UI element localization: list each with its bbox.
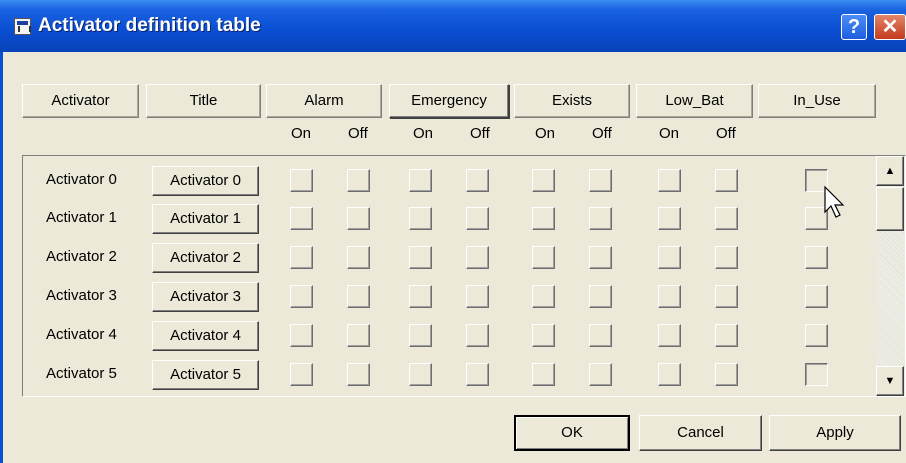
exists-off-checkbox[interactable]	[589, 169, 612, 192]
activator-grid: Activator 0 Activator 0 Activator 1 Activat…	[22, 155, 906, 397]
alarm-on-checkbox[interactable]	[290, 169, 313, 192]
emergency-off-checkbox[interactable]	[466, 169, 489, 192]
exists-off-checkbox[interactable]	[589, 363, 612, 386]
sub-label-lowbat-on: On	[659, 125, 680, 142]
exists-off-checkbox[interactable]	[589, 246, 612, 269]
emergency-on-checkbox[interactable]	[409, 207, 432, 230]
scroll-up-button[interactable]: ▲	[876, 156, 904, 186]
exists-off-checkbox[interactable]	[589, 324, 612, 347]
lowbat-off-checkbox[interactable]	[715, 169, 738, 192]
exists-on-checkbox[interactable]	[532, 324, 555, 347]
window-title: Activator definition table	[38, 15, 261, 36]
lowbat-on-checkbox[interactable]	[658, 285, 681, 308]
vertical-scrollbar[interactable]: ▲ ▼	[875, 156, 905, 396]
header-activator[interactable]: Activator	[22, 84, 139, 118]
alarm-on-checkbox[interactable]	[290, 363, 313, 386]
lowbat-off-checkbox[interactable]	[715, 285, 738, 308]
exists-on-checkbox[interactable]	[532, 285, 555, 308]
lowbat-off-checkbox[interactable]	[715, 324, 738, 347]
emergency-on-checkbox[interactable]	[409, 363, 432, 386]
lowbat-on-checkbox[interactable]	[658, 207, 681, 230]
activator-label: Activator 4	[46, 326, 117, 343]
emergency-off-checkbox[interactable]	[466, 363, 489, 386]
header-low-bat[interactable]: Low_Bat	[636, 84, 753, 118]
exists-off-checkbox[interactable]	[589, 207, 612, 230]
close-button[interactable]: ✕	[874, 14, 906, 40]
alarm-on-checkbox[interactable]	[290, 285, 313, 308]
header-alarm[interactable]: Alarm	[266, 84, 382, 118]
activator-title-button[interactable]: Activator 2	[152, 243, 259, 273]
exists-on-checkbox[interactable]	[532, 169, 555, 192]
alarm-on-checkbox[interactable]	[290, 246, 313, 269]
lowbat-on-checkbox[interactable]	[658, 169, 681, 192]
sub-label-emergency-on: On	[413, 125, 434, 142]
exists-on-checkbox[interactable]	[532, 363, 555, 386]
exists-on-checkbox[interactable]	[532, 207, 555, 230]
header-exists[interactable]: Exists	[514, 84, 630, 118]
header-title[interactable]: Title	[146, 84, 261, 118]
activator-label: Activator 3	[46, 287, 117, 304]
sub-label-alarm-off: Off	[348, 125, 368, 142]
emergency-off-checkbox[interactable]	[466, 285, 489, 308]
alarm-off-checkbox[interactable]	[347, 285, 370, 308]
lowbat-off-checkbox[interactable]	[715, 207, 738, 230]
lowbat-off-checkbox[interactable]	[715, 246, 738, 269]
mouse-pointer-icon	[824, 186, 845, 218]
sub-label-lowbat-off: Off	[716, 125, 736, 142]
lowbat-on-checkbox[interactable]	[658, 324, 681, 347]
cancel-button[interactable]: Cancel	[639, 415, 762, 451]
exists-off-checkbox[interactable]	[589, 285, 612, 308]
window-frame	[0, 52, 3, 463]
sub-label-emergency-off: Off	[470, 125, 490, 142]
emergency-on-checkbox[interactable]	[409, 246, 432, 269]
sub-label-exists-on: On	[535, 125, 556, 142]
emergency-off-checkbox[interactable]	[466, 207, 489, 230]
lowbat-on-checkbox[interactable]	[658, 363, 681, 386]
sub-label-exists-off: Off	[592, 125, 612, 142]
emergency-on-checkbox[interactable]	[409, 285, 432, 308]
in-use-checkbox[interactable]	[805, 324, 828, 347]
in-use-checkbox[interactable]	[805, 246, 828, 269]
alarm-off-checkbox[interactable]	[347, 324, 370, 347]
activator-title-button[interactable]: Activator 3	[152, 282, 259, 312]
scroll-thumb[interactable]	[876, 187, 904, 231]
alarm-on-checkbox[interactable]	[290, 324, 313, 347]
activator-title-button[interactable]: Activator 1	[152, 204, 259, 234]
activator-title-button[interactable]: Activator 5	[152, 360, 259, 390]
ok-button[interactable]: OK	[514, 415, 630, 451]
lowbat-on-checkbox[interactable]	[658, 246, 681, 269]
emergency-off-checkbox[interactable]	[466, 246, 489, 269]
app-icon[interactable]	[14, 18, 31, 35]
sub-label-alarm-on: On	[291, 125, 312, 142]
activator-label: Activator 2	[46, 248, 117, 265]
activator-title-button[interactable]: Activator 4	[152, 321, 259, 351]
help-button[interactable]: ?	[841, 14, 867, 40]
lowbat-off-checkbox[interactable]	[715, 363, 738, 386]
emergency-off-checkbox[interactable]	[466, 324, 489, 347]
alarm-off-checkbox[interactable]	[347, 169, 370, 192]
scroll-down-button[interactable]: ▼	[876, 366, 904, 396]
title-bar[interactable]: Activator definition table ? ✕	[0, 0, 906, 52]
activator-label: Activator 0	[46, 171, 117, 188]
emergency-on-checkbox[interactable]	[409, 324, 432, 347]
exists-on-checkbox[interactable]	[532, 246, 555, 269]
activator-label: Activator 1	[46, 209, 117, 226]
alarm-on-checkbox[interactable]	[290, 207, 313, 230]
emergency-on-checkbox[interactable]	[409, 169, 432, 192]
alarm-off-checkbox[interactable]	[347, 207, 370, 230]
in-use-checkbox[interactable]	[805, 285, 828, 308]
activator-title-button[interactable]: Activator 0	[152, 166, 259, 196]
apply-button[interactable]: Apply	[769, 415, 901, 451]
alarm-off-checkbox[interactable]	[347, 363, 370, 386]
header-in-use[interactable]: In_Use	[758, 84, 876, 118]
in-use-checkbox[interactable]	[805, 363, 828, 386]
activator-label: Activator 5	[46, 365, 117, 382]
alarm-off-checkbox[interactable]	[347, 246, 370, 269]
header-emergency[interactable]: Emergency	[389, 84, 509, 118]
